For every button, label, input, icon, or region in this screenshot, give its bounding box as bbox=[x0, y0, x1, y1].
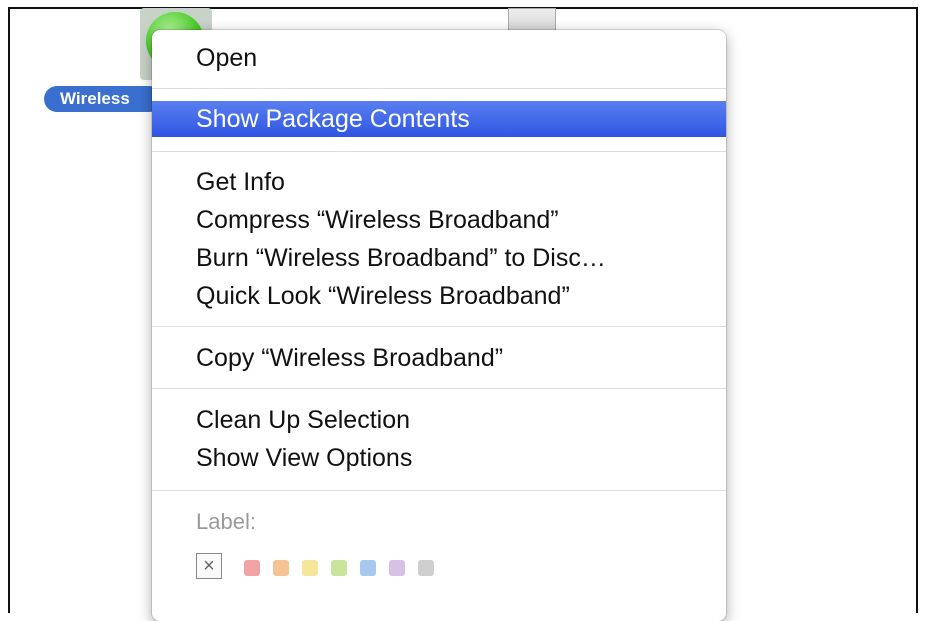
label-none-icon[interactable]: × bbox=[196, 553, 222, 579]
menu-separator bbox=[152, 490, 726, 491]
menu-item-show-view-options[interactable]: Show View Options bbox=[152, 440, 726, 476]
menu-item-copy[interactable]: Copy “Wireless Broadband” bbox=[152, 340, 726, 376]
context-menu: Open Show Package Contents Get Info Comp… bbox=[152, 30, 726, 621]
menu-separator bbox=[152, 326, 726, 327]
label-heading: Label: bbox=[196, 509, 256, 534]
menu-item-compress[interactable]: Compress “Wireless Broadband” bbox=[152, 202, 726, 238]
menu-item-get-info[interactable]: Get Info bbox=[152, 164, 726, 200]
menu-item-burn[interactable]: Burn “Wireless Broadband” to Disc… bbox=[152, 240, 726, 276]
file-name-label[interactable]: Wireless bbox=[44, 86, 162, 112]
label-swatch-yellow[interactable] bbox=[302, 560, 318, 576]
label-swatch-red[interactable] bbox=[244, 560, 260, 576]
menu-item-quick-look[interactable]: Quick Look “Wireless Broadband” bbox=[152, 278, 726, 314]
label-swatch-blue[interactable] bbox=[360, 560, 376, 576]
label-swatch-purple[interactable] bbox=[389, 560, 405, 576]
menu-item-clean-up-selection[interactable]: Clean Up Selection bbox=[152, 402, 726, 438]
menu-separator bbox=[152, 388, 726, 389]
label-swatch-green[interactable] bbox=[331, 560, 347, 576]
menu-separator bbox=[152, 88, 726, 89]
menu-item-open[interactable]: Open bbox=[152, 40, 726, 76]
label-swatch-orange[interactable] bbox=[273, 560, 289, 576]
menu-separator bbox=[152, 151, 726, 152]
menu-item-show-package-contents[interactable]: Show Package Contents bbox=[152, 101, 726, 137]
label-swatch-gray[interactable] bbox=[418, 560, 434, 576]
